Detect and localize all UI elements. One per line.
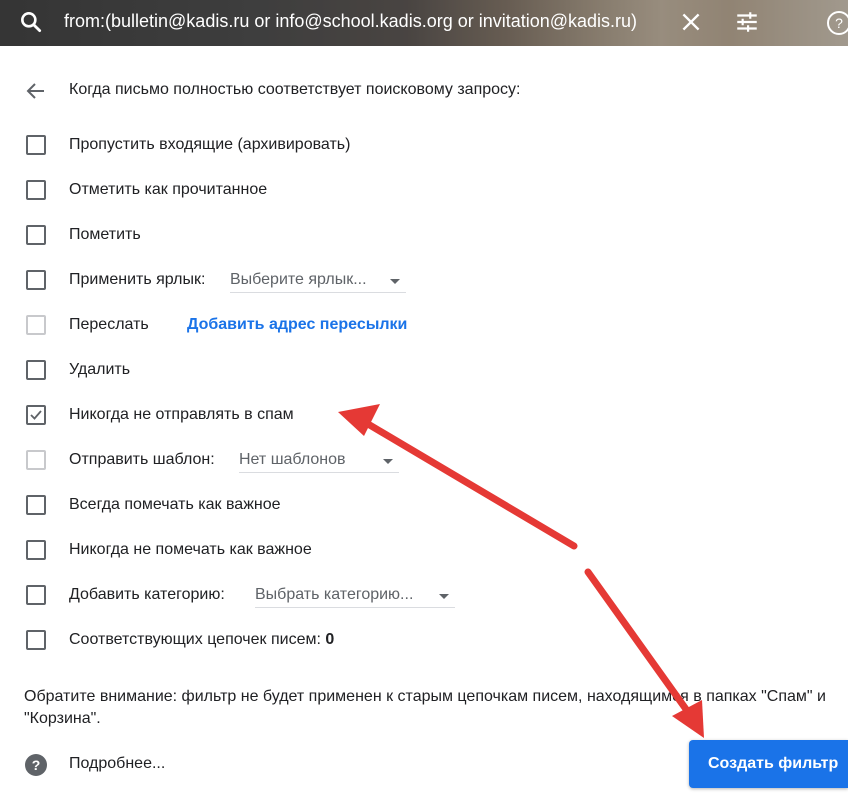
matching-threads-count: 0	[325, 631, 335, 648]
option-label: Отметить как прочитанное	[69, 181, 268, 198]
checkbox[interactable]	[26, 315, 46, 335]
option-label: Пропустить входящие (архивировать)	[69, 136, 351, 153]
checkbox[interactable]	[26, 630, 46, 650]
checkbox[interactable]	[26, 180, 46, 200]
option-always-important[interactable]: Всегда помечать как важное	[24, 491, 844, 519]
learn-more-link[interactable]: Подробнее...	[69, 755, 165, 773]
close-icon[interactable]	[678, 9, 704, 35]
create-filter-button[interactable]: Создать фильтр	[689, 740, 848, 788]
checkbox[interactable]	[26, 585, 46, 605]
option-label: Никогда не помечать как важное	[69, 541, 312, 558]
option-add-category[interactable]: Добавить категорию: Выбрать категорию...	[24, 581, 844, 609]
checkbox[interactable]	[26, 225, 46, 245]
option-mark-read[interactable]: Отметить как прочитанное	[24, 176, 844, 204]
checkbox[interactable]	[26, 450, 46, 470]
help-icon[interactable]: ?	[24, 753, 48, 777]
option-label: Соответствующих цепочек писем: 0	[69, 631, 334, 649]
option-label: Всегда помечать как важное	[69, 496, 281, 513]
option-label: Пометить	[69, 226, 141, 243]
option-label: Применить ярлык:	[69, 271, 206, 288]
checkbox[interactable]	[26, 495, 46, 515]
back-arrow-icon[interactable]	[24, 79, 48, 103]
filter-note: Обратите внимание: фильтр не будет приме…	[24, 688, 826, 727]
svg-text:?: ?	[835, 15, 843, 31]
option-label: Никогда не отправлять в спам	[69, 406, 294, 423]
label-select[interactable]: Выберите ярлык...	[230, 267, 406, 293]
checkbox[interactable]	[26, 540, 46, 560]
option-label: Добавить категорию:	[69, 586, 225, 603]
option-matching-threads[interactable]: Соответствующих цепочек писем: 0	[24, 626, 844, 654]
label-select-value: Выберите ярлык...	[230, 271, 367, 288]
template-select[interactable]: Нет шаблонов	[239, 447, 399, 473]
option-star[interactable]: Пометить	[24, 221, 844, 249]
help-icon[interactable]: ?	[824, 8, 848, 38]
search-icon[interactable]	[18, 9, 44, 35]
category-select-value: Выбрать категорию...	[255, 586, 414, 603]
template-select-value: Нет шаблонов	[239, 451, 346, 468]
option-apply-label[interactable]: Применить ярлык: Выберите ярлык...	[24, 266, 844, 294]
option-send-template[interactable]: Отправить шаблон: Нет шаблонов	[24, 446, 844, 474]
option-forward[interactable]: Переслать Добавить адрес пересылки	[24, 311, 844, 339]
option-never-spam[interactable]: Никогда не отправлять в спам	[24, 401, 844, 429]
svg-text:?: ?	[32, 757, 41, 773]
option-never-important[interactable]: Никогда не помечать как важное	[24, 536, 844, 564]
search-input[interactable]: from:(bulletin@kadis.ru or info@school.k…	[64, 11, 662, 35]
filter-heading: Когда письмо полностью соответствует пои…	[69, 81, 521, 98]
option-skip-inbox[interactable]: Пропустить входящие (архивировать)	[24, 131, 844, 159]
dropdown-caret-icon	[383, 459, 393, 464]
option-label: Переслать	[69, 316, 149, 333]
option-delete[interactable]: Удалить	[24, 356, 844, 384]
option-label: Удалить	[69, 361, 131, 378]
category-select[interactable]: Выбрать категорию...	[255, 582, 455, 608]
search-bar: from:(bulletin@kadis.ru or info@school.k…	[0, 0, 848, 46]
checkbox[interactable]	[26, 360, 46, 380]
checkmark-icon	[30, 410, 42, 420]
dropdown-caret-icon	[439, 594, 449, 599]
dropdown-caret-icon	[390, 279, 400, 284]
matching-threads-label: Соответствующих цепочек писем:	[69, 631, 321, 648]
checkbox[interactable]	[26, 135, 46, 155]
checkbox-checked[interactable]	[26, 405, 46, 425]
option-label: Отправить шаблон:	[69, 451, 215, 468]
add-forwarding-link[interactable]: Добавить адрес пересылки	[187, 316, 407, 334]
tune-icon[interactable]	[734, 9, 760, 35]
checkbox[interactable]	[26, 270, 46, 290]
